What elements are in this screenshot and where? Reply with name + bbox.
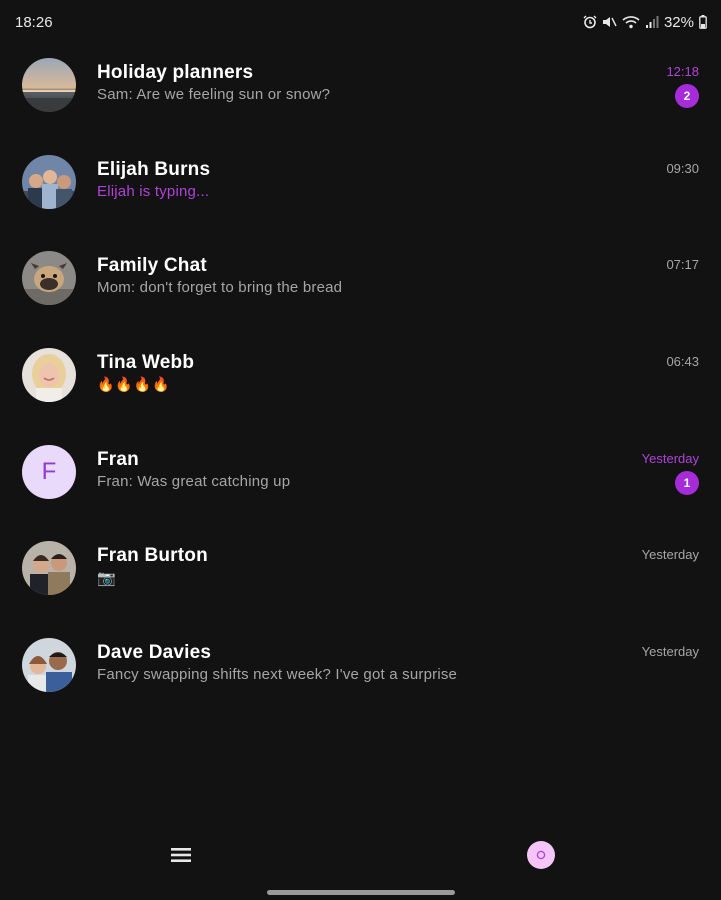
chat-row-fran[interactable]: F Fran Fran: Was great catching up Yeste…: [0, 431, 721, 528]
chat-time: Yesterday: [641, 644, 699, 660]
chat-name: Tina Webb: [97, 352, 195, 374]
man-selfie-photo-avatar: [22, 638, 76, 693]
chat-time: 12:18: [666, 64, 699, 79]
chat-time: 06:43: [666, 354, 699, 370]
chat-name: Elijah Burns: [97, 158, 211, 180]
compose-button[interactable]: [527, 841, 555, 869]
battery-level: 32%: [663, 13, 694, 31]
status-icons: 32%: [583, 14, 707, 31]
status-bar: 18:26 32%: [0, 0, 721, 44]
chat-row-dave-davies[interactable]: Dave Davies Fancy swapping shifts next w…: [0, 624, 721, 721]
chat-preview: Mom: don't forget to bring the bread: [97, 279, 343, 297]
compose-icon: [536, 850, 546, 860]
unread-badge: 1: [675, 470, 699, 495]
chat-name: Holiday planners: [97, 62, 254, 83]
chat-time: 07:17: [666, 257, 699, 273]
typing-indicator: Elijah is typing...: [97, 182, 210, 200]
chat-preview: 🔥🔥🔥🔥: [97, 376, 171, 393]
menu-button[interactable]: [168, 842, 194, 868]
chat-time: Yesterday: [641, 547, 699, 563]
chat-list: Holiday planners Sam: Are we feeling sun…: [0, 44, 721, 721]
chat-name: Family Chat: [97, 255, 207, 277]
hamburger-menu-icon: [171, 848, 191, 862]
camera-photo-preview: 📷: [97, 570, 116, 588]
chat-time: Yesterday: [641, 450, 699, 466]
unread-badge: 2: [675, 84, 699, 108]
chat-row-holiday-planners[interactable]: Holiday planners Sam: Are we feeling sun…: [0, 44, 721, 141]
chat-row-elijah-burns[interactable]: Elijah Burns Elijah is typing... 09:30: [0, 141, 721, 238]
group-selfie-photo-avatar: [22, 154, 76, 209]
couple-photo-avatar: [22, 541, 76, 596]
mute-icon: [602, 15, 617, 29]
woman-photo-avatar: [22, 348, 76, 403]
dog-photo-avatar: [22, 251, 76, 306]
signal-icon: [645, 15, 659, 29]
bottom-bar: [0, 830, 721, 880]
beach-photo-avatar: [22, 58, 76, 112]
chat-name: Fran: [97, 448, 139, 470]
chat-preview: Sam: Are we feeling sun or snow?: [97, 86, 331, 103]
letter-avatar: F: [22, 444, 76, 499]
chat-preview: Fran: Was great catching up: [97, 472, 291, 490]
chat-name: Dave Davies: [97, 642, 212, 664]
chat-preview: Fancy swapping shifts next week? I've go…: [97, 666, 458, 684]
status-time: 18:26: [15, 13, 53, 31]
chat-row-tina-webb[interactable]: Tina Webb 🔥🔥🔥🔥 06:43: [0, 334, 721, 431]
home-indicator[interactable]: [267, 890, 455, 895]
chat-row-fran-burton[interactable]: Fran Burton 📷 Yesterday: [0, 527, 721, 624]
wifi-icon: [622, 15, 640, 29]
battery-icon: [699, 15, 707, 29]
alarm-icon: [583, 15, 597, 29]
chat-name: Fran Burton: [97, 545, 208, 567]
chat-time: 09:30: [666, 160, 699, 176]
chat-row-family-chat[interactable]: Family Chat Mom: don't forget to bring t…: [0, 237, 721, 334]
